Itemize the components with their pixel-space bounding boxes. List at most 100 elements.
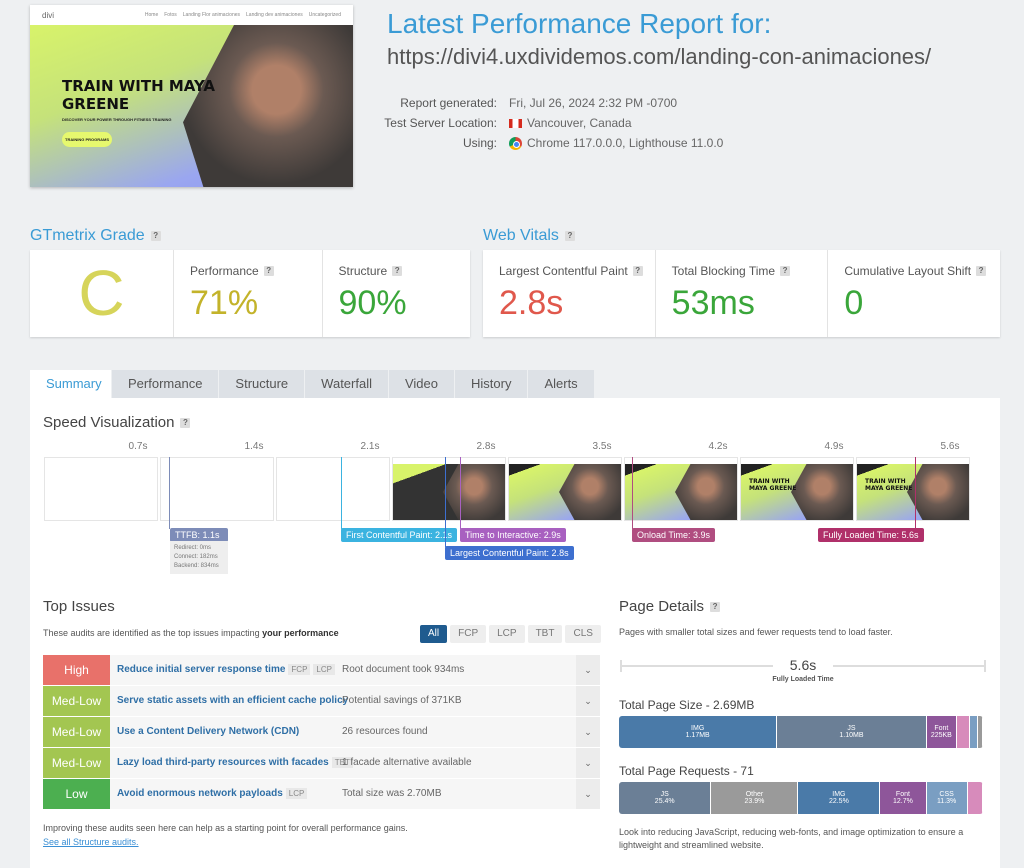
screenshot-button: TRAINING PROGRAMS: [62, 132, 112, 147]
meta-value: Fri, Jul 26, 2024 2:32 PM -0700: [509, 96, 678, 110]
fcp-marker-line: [341, 457, 342, 529]
tab-performance[interactable]: Performance: [112, 370, 220, 398]
ttfb-backend: Backend: 834ms: [174, 563, 219, 569]
issue-row[interactable]: Low Avoid enormous network payloads LCP Tot…: [43, 779, 600, 809]
filmstrip-frame[interactable]: [392, 457, 506, 521]
frame-time-label: 4.9s: [824, 441, 844, 452]
filter-fcp[interactable]: FCP: [450, 625, 487, 643]
report-title: Latest Performance Report for:: [387, 8, 772, 39]
filter-lcp[interactable]: LCP: [489, 625, 525, 643]
vital-cls: Cumulative Layout Shift? 0: [827, 250, 1000, 337]
issue-filters: All FCP LCP TBT CLS: [420, 625, 601, 643]
issue-description: Potential savings of 371KB: [342, 695, 462, 706]
top-issues-intro: These audits are identified as the top i…: [43, 628, 339, 638]
help-icon[interactable]: ?: [976, 266, 987, 276]
tab-structure[interactable]: Structure: [219, 370, 306, 398]
help-icon[interactable]: ?: [564, 231, 575, 241]
filmstrip-frame[interactable]: [44, 457, 158, 521]
chevron-down-icon[interactable]: ⌄: [576, 748, 600, 778]
meta-label: Test Server Location:: [384, 116, 497, 130]
filter-all[interactable]: All: [420, 625, 448, 643]
issue-tag: FCP: [288, 664, 311, 675]
structure-label: Structure: [338, 264, 388, 278]
meta-value: Vancouver, Canada: [527, 116, 632, 130]
ttfb-connect: Connect: 182ms: [174, 554, 218, 560]
segment-value: 11.3%: [936, 798, 957, 805]
speed-heading-text: Speed Visualization: [43, 414, 175, 431]
segment-label: CSS: [939, 791, 954, 798]
help-icon[interactable]: ?: [263, 266, 274, 276]
bar-segment: [957, 716, 970, 748]
bar-segment: [977, 716, 983, 748]
screenshot-subline: DISCOVER YOUR POWER THROUGH FITNESS TRAI…: [62, 117, 172, 122]
issue-title[interactable]: Lazy load third-party resources with fac…: [110, 748, 353, 778]
chevron-down-icon[interactable]: ⌄: [576, 686, 600, 716]
issue-title-text[interactable]: Reduce initial server response time: [117, 664, 285, 675]
filmstrip-frame[interactable]: [624, 457, 738, 521]
chevron-down-icon[interactable]: ⌄: [576, 717, 600, 747]
tab-video[interactable]: Video: [388, 370, 455, 398]
structure-audits-link[interactable]: See all Structure audits.: [43, 837, 139, 847]
bar-segment: JS 1.10MB: [777, 716, 927, 748]
bar-segment: [969, 716, 978, 748]
filter-tbt[interactable]: TBT: [527, 625, 563, 643]
help-icon[interactable]: ?: [150, 231, 161, 241]
issue-title[interactable]: Reduce initial server response time FCP LC…: [110, 655, 342, 685]
issue-row[interactable]: High Reduce initial server response time F…: [43, 655, 600, 685]
screenshot-nav-item: Home: [144, 12, 159, 18]
page-size-bar: IMG 1.17MB JS 1.10MB Font 225KB: [619, 716, 983, 748]
bar-segment: JS 25.4%: [619, 782, 712, 814]
vital-tbt: Total Blocking Time? 53ms: [654, 250, 828, 337]
severity-badge: Med-Low: [43, 717, 110, 747]
onload-marker-line: [632, 457, 633, 529]
vital-label: Cumulative Layout Shift: [844, 264, 972, 278]
screenshot-nav: divi Home Fotos Landing Flor animaciones…: [30, 5, 353, 25]
issue-title[interactable]: Avoid enormous network payloads LCP: [110, 779, 342, 809]
segment-value: 1.17MB: [685, 732, 710, 739]
filmstrip-frame[interactable]: [276, 457, 390, 521]
report-url[interactable]: https://divi4.uxdividemos.com/landing-co…: [387, 44, 931, 70]
meta-value: Chrome 117.0.0.0, Lighthouse 11.0.0: [527, 136, 724, 150]
fcp-marker-label: First Contentful Paint: 2.1s: [341, 528, 458, 542]
fully-loaded-value: 5.6s: [773, 657, 833, 673]
issue-row[interactable]: Med-Low Lazy load third-party resources w…: [43, 748, 600, 778]
issue-description: 26 resources found: [342, 726, 428, 737]
issue-title-text[interactable]: Avoid enormous network payloads: [117, 788, 283, 799]
issue-row[interactable]: Med-Low Use a Content Delivery Network (C…: [43, 717, 600, 747]
filter-cls[interactable]: CLS: [565, 625, 601, 643]
help-icon[interactable]: ?: [710, 601, 721, 612]
filmstrip-frame[interactable]: TRAIN WITH MAYA GREENE: [740, 457, 854, 521]
issue-title[interactable]: Serve static assets with an efficient ca…: [110, 686, 348, 716]
tti-marker-label: Time to Interactive: 2.9s: [460, 528, 566, 542]
tab-summary[interactable]: Summary: [30, 370, 112, 398]
segment-label: Font: [934, 725, 949, 732]
chevron-down-icon[interactable]: ⌄: [576, 655, 600, 685]
filmstrip-frame[interactable]: [508, 457, 622, 521]
fully-loaded-marker-label: Fully Loaded Time: 5.6s: [818, 528, 924, 542]
site-screenshot: divi Home Fotos Landing Flor animaciones…: [30, 5, 353, 187]
filmstrip-frame[interactable]: [160, 457, 274, 521]
help-icon[interactable]: ?: [632, 266, 643, 276]
issue-title-text[interactable]: Use a Content Delivery Network (CDN): [117, 726, 299, 737]
filmstrip-frame[interactable]: TRAIN WITH MAYA GREENE: [856, 457, 970, 521]
issues-footer: Improving these audits seen here can hel…: [43, 823, 408, 833]
grade-heading-text: GTmetrix Grade: [30, 227, 145, 244]
tab-alerts[interactable]: Alerts: [528, 370, 595, 398]
help-icon[interactable]: ?: [780, 266, 791, 276]
frame-time-label: 4.2s: [708, 441, 728, 452]
issue-title[interactable]: Use a Content Delivery Network (CDN): [110, 717, 342, 747]
segment-label: JS: [847, 725, 856, 732]
issue-row[interactable]: Med-Low Serve static assets with an effic…: [43, 686, 600, 716]
severity-badge: Low: [43, 779, 110, 809]
help-icon[interactable]: ?: [392, 266, 403, 276]
chrome-icon: [509, 136, 522, 150]
tab-history[interactable]: History: [455, 370, 529, 398]
help-icon[interactable]: ?: [180, 417, 191, 428]
issue-title-text[interactable]: Serve static assets with an efficient ca…: [117, 695, 348, 706]
ttfb-redirect: Redirect: 0ms: [174, 545, 212, 551]
screenshot-logo: divi: [42, 10, 55, 20]
frame-headline: TRAIN WITH MAYA GREENE: [749, 478, 797, 492]
issue-title-text[interactable]: Lazy load third-party resources with fac…: [117, 757, 329, 768]
chevron-down-icon[interactable]: ⌄: [576, 779, 600, 809]
tab-waterfall[interactable]: Waterfall: [305, 370, 389, 398]
